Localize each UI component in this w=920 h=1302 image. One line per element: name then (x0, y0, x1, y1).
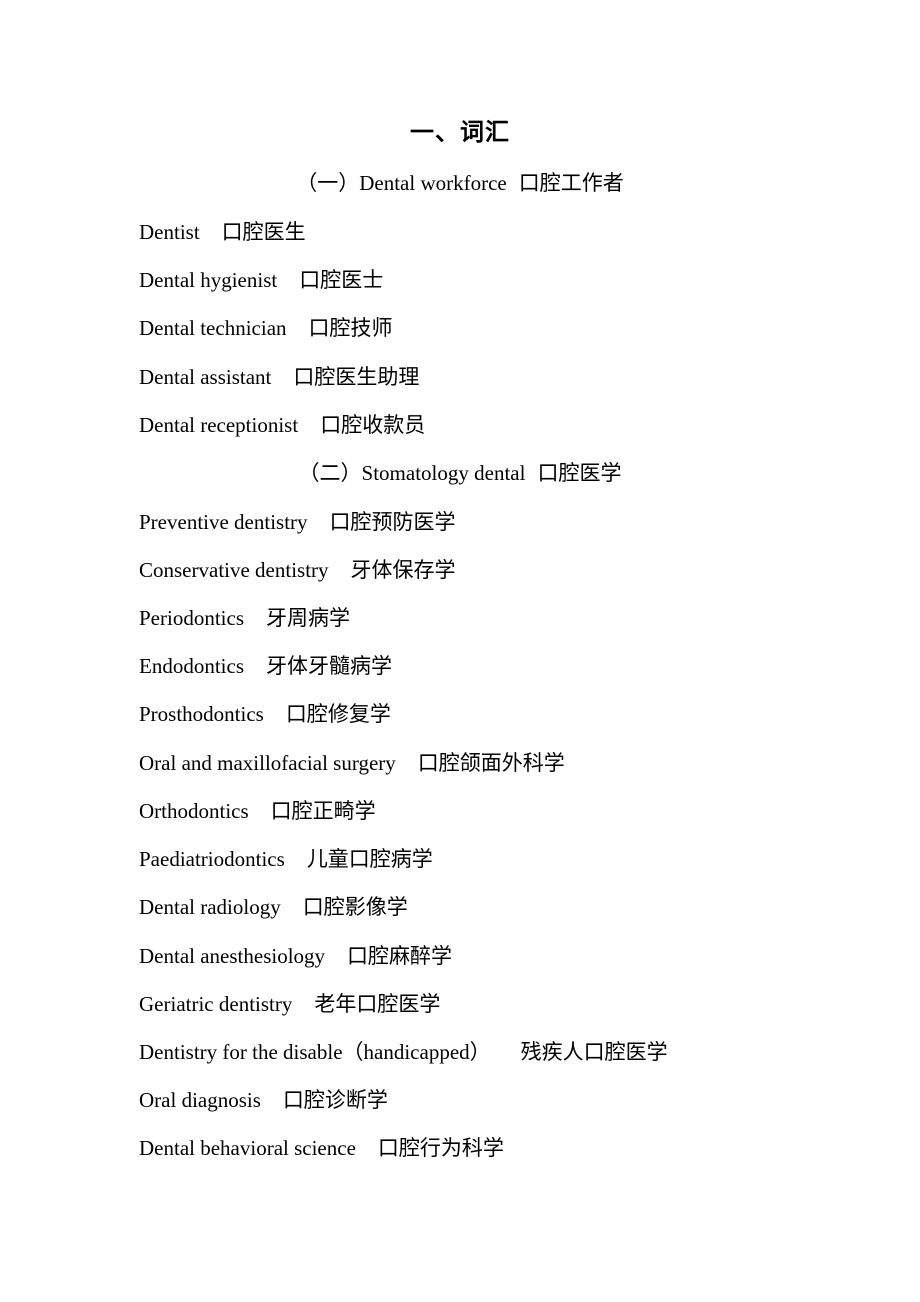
vocab-entry: Dental hygienist 口腔医士 (139, 265, 383, 295)
vocab-entry: Oral diagnosis 口腔诊断学 (139, 1085, 388, 1115)
term-en: Oral and maxillofacial surgery (139, 751, 396, 775)
term-en: Prosthodontics (139, 702, 264, 726)
vocab-entry: Dentist 口腔医生 (139, 217, 306, 247)
vocab-entry: Conservative dentistry 牙体保存学 (139, 555, 456, 585)
vocab-entry: Dental behavioral science 口腔行为科学 (139, 1133, 504, 1163)
vocab-entry: Dental assistant 口腔医生助理 (139, 362, 419, 392)
vocab-entry: Paediatriodontics 儿童口腔病学 (139, 844, 433, 874)
term-en: Paediatriodontics (139, 847, 285, 871)
term-en: Dentistry for the disable（handicapped） (139, 1040, 491, 1064)
term-cn: 儿童口腔病学 (306, 847, 433, 871)
term-en: Orthodontics (139, 799, 249, 823)
vocab-entry: Geriatric dentistry 老年口腔医学 (139, 989, 440, 1019)
term-en: Dental hygienist (139, 268, 278, 292)
section-heading-en: （二）Stomatology dental (298, 461, 526, 485)
term-en: Preventive dentistry (139, 510, 308, 534)
page-title: 一、词汇 (410, 118, 510, 146)
vocab-entry: Dental receptionist 口腔收款员 (139, 410, 425, 440)
vocab-entry: Dental technician 口腔技师 (139, 313, 393, 343)
term-en: Dental radiology (139, 895, 281, 919)
vocab-entry: Periodontics 牙周病学 (139, 603, 350, 633)
term-cn: 口腔正畸学 (270, 799, 376, 823)
term-en: Conservative dentistry (139, 558, 329, 582)
vocab-entry: Dentistry for the disable（handicapped） 残疾… (139, 1037, 668, 1067)
vocab-entry: Oral and maxillofacial surgery 口腔颌面外科学 (139, 748, 565, 778)
term-en: Endodontics (139, 654, 244, 678)
term-en: Periodontics (139, 606, 244, 630)
term-cn: 口腔修复学 (285, 702, 391, 726)
term-en: Geriatric dentistry (139, 992, 293, 1016)
section-heading-stomatology: （二）Stomatology dental 口腔医学 (0, 458, 920, 488)
term-cn: 残疾人口腔医学 (520, 1040, 668, 1064)
term-en: Dental anesthesiology (139, 944, 326, 968)
term-cn: 口腔医士 (299, 268, 384, 292)
term-cn: 口腔行为科学 (377, 1136, 504, 1160)
vocab-entry: Dental radiology 口腔影像学 (139, 892, 408, 922)
term-cn: 口腔诊断学 (282, 1088, 388, 1112)
term-en: Dental receptionist (139, 413, 299, 437)
term-cn: 牙体保存学 (350, 558, 456, 582)
term-cn: 口腔颌面外科学 (417, 751, 565, 775)
section-heading-en: （一）Dental workforce (296, 171, 507, 195)
term-en: Dentist (139, 220, 200, 244)
term-en: Dental behavioral science (139, 1136, 356, 1160)
vocab-entry: Dental anesthesiology 口腔麻醉学 (139, 941, 452, 971)
term-cn: 牙体牙髓病学 (266, 654, 392, 678)
term-cn: 口腔预防医学 (329, 510, 456, 534)
term-cn: 老年口腔医学 (314, 992, 441, 1016)
section-heading-dental-workforce: （一）Dental workforce 口腔工作者 (0, 168, 920, 198)
term-en: Dental assistant (139, 365, 272, 389)
term-cn: 口腔医生助理 (293, 365, 420, 389)
term-cn: 口腔麻醉学 (347, 944, 453, 968)
vocab-entry: Endodontics 牙体牙髓病学 (139, 651, 392, 681)
section-heading-cn: 口腔工作者 (518, 171, 624, 195)
term-en: Dental technician (139, 316, 287, 340)
vocab-entry: Prosthodontics 口腔修复学 (139, 699, 391, 729)
vocab-entry: Preventive dentistry 口腔预防医学 (139, 507, 456, 537)
vocab-entry: Orthodontics 口腔正畸学 (139, 796, 376, 826)
section-heading-cn: 口腔医学 (537, 461, 622, 485)
term-cn: 口腔收款员 (320, 413, 426, 437)
document-page: 一、词汇 （一）Dental workforce 口腔工作者 Dentist 口腔医… (0, 0, 920, 1302)
term-cn: 口腔技师 (308, 316, 393, 340)
term-cn: 牙周病学 (266, 606, 350, 630)
term-cn: 口腔医生 (221, 220, 306, 244)
term-cn: 口腔影像学 (302, 895, 408, 919)
term-en: Oral diagnosis (139, 1088, 261, 1112)
